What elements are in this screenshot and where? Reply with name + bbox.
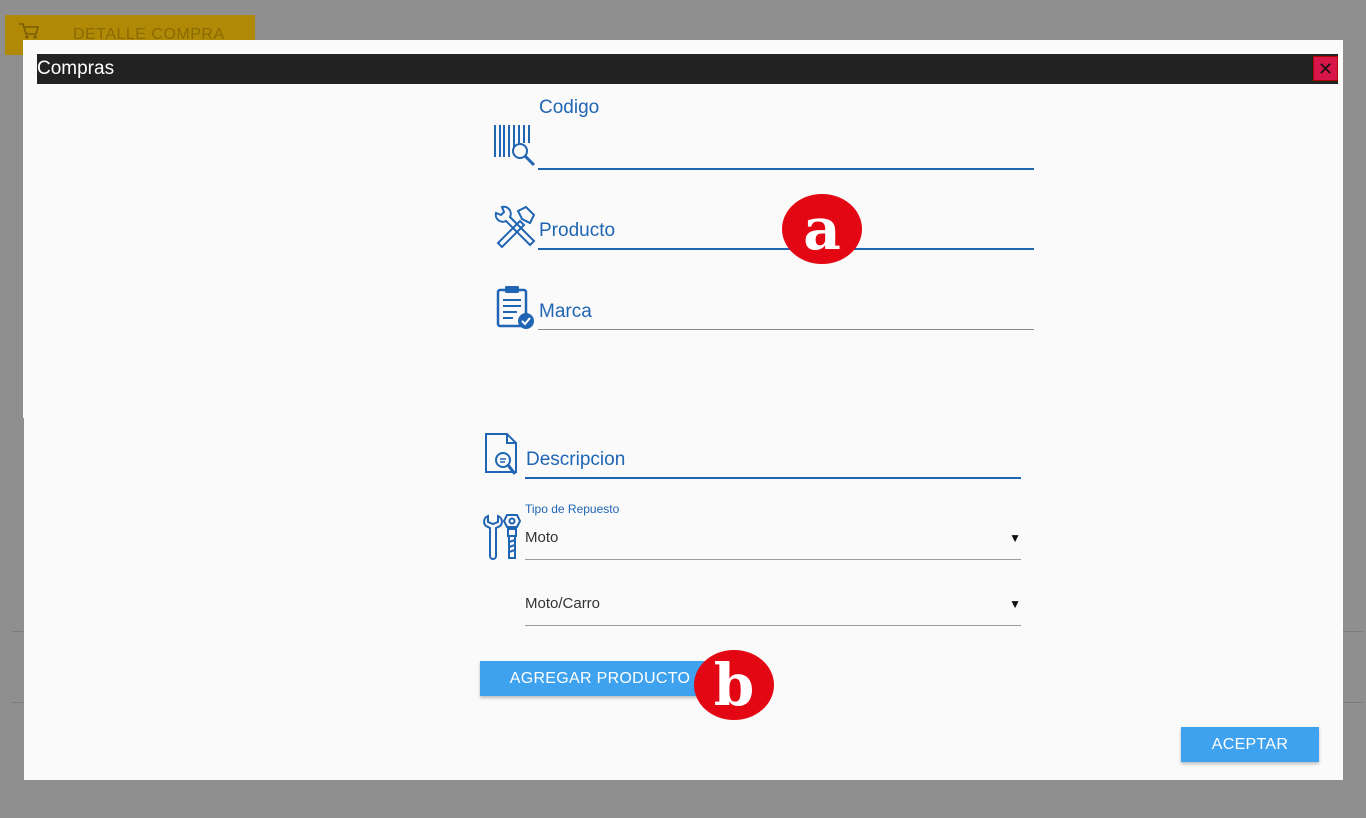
add-product-label: AGREGAR PRODUCTO [509, 669, 691, 687]
background-divider [12, 702, 23, 703]
annotation-b-label: b [713, 651, 755, 719]
tools-icon [492, 203, 538, 254]
barcode-search-icon [492, 123, 538, 174]
annotation-marker-a: a [782, 194, 862, 264]
descripcion-input[interactable] [525, 477, 1021, 479]
tipo-repuesto-value: Moto [525, 529, 559, 546]
clipboard-check-icon [495, 284, 537, 337]
tipo-repuesto-select[interactable]: Moto ▼ [525, 524, 1021, 560]
dialog-edge [23, 418, 24, 818]
annotation-marker-b: b [694, 650, 774, 720]
background-divider [1343, 702, 1363, 703]
producto-input[interactable] [538, 248, 1034, 250]
accept-label: ACEPTAR [1211, 735, 1289, 753]
add-product-button[interactable]: AGREGAR PRODUCTO [480, 661, 720, 696]
vehicle-type-value: Moto/Carro [525, 595, 601, 612]
chevron-down-icon: ▼ [1009, 597, 1021, 611]
vehicle-type-select[interactable]: Moto/Carro ▼ [525, 590, 1021, 626]
annotation-a-label: a [803, 195, 841, 263]
wrench-bolt-icon [482, 512, 522, 567]
producto-label: Producto [539, 220, 616, 241]
close-icon: ✕ [1317, 59, 1334, 79]
codigo-input[interactable] [538, 168, 1034, 170]
accept-button[interactable]: ACEPTAR [1181, 727, 1319, 762]
codigo-label: Codigo [539, 97, 600, 118]
compras-dialog: Compras ✕ Codigo Producto Marca Descripc… [23, 40, 1343, 818]
vehicle-type-underline [525, 625, 1021, 626]
close-button[interactable]: ✕ [1313, 56, 1338, 81]
marca-label: Marca [539, 301, 592, 322]
tipo-repuesto-label: Tipo de Repuesto [525, 502, 620, 516]
chevron-down-icon: ▼ [1009, 531, 1021, 545]
marca-input[interactable] [538, 329, 1034, 330]
dialog-title: Compras [37, 58, 115, 79]
descripcion-label: Descripcion [526, 449, 626, 470]
dialog-titlebar: Compras ✕ [37, 54, 1338, 84]
document-search-icon [483, 432, 523, 483]
tipo-repuesto-underline [525, 559, 1021, 560]
background-divider [1343, 631, 1363, 632]
background-divider [12, 631, 23, 632]
